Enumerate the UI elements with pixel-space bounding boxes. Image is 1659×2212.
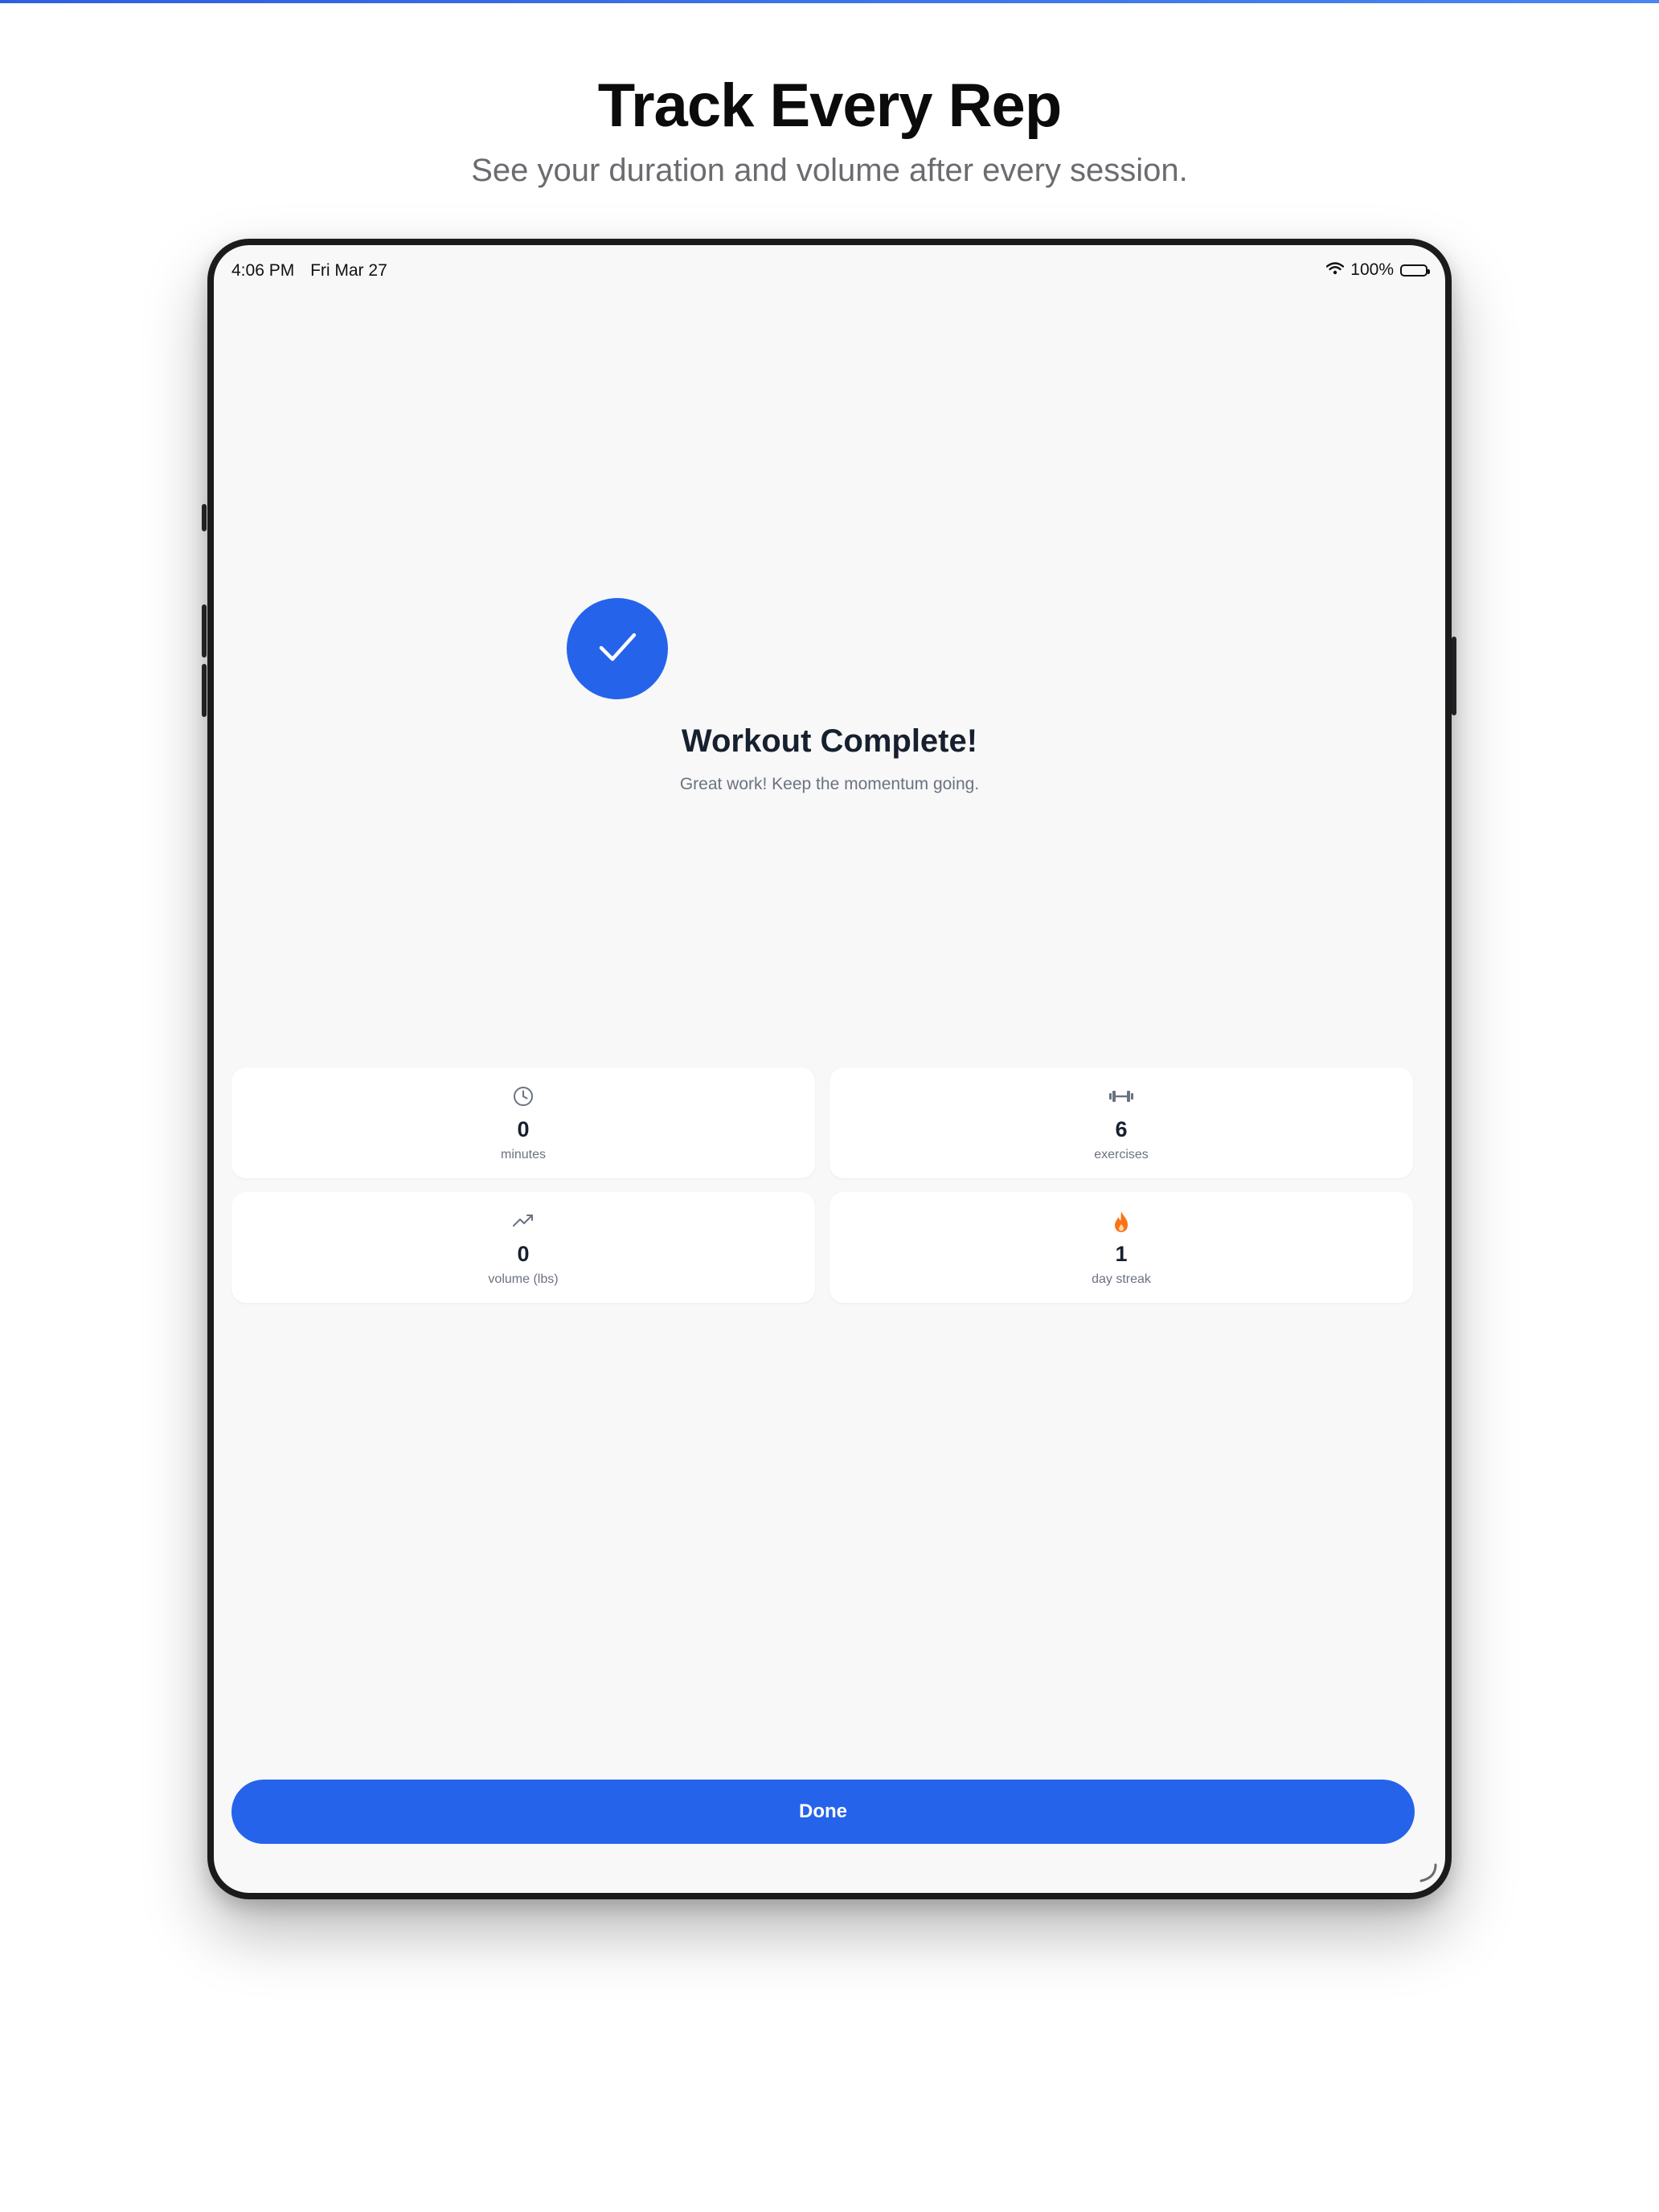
- stat-label: minutes: [500, 1148, 547, 1161]
- stat-card-minutes: 0 minutes: [231, 1067, 815, 1178]
- stat-label: volume (lbs): [488, 1272, 559, 1286]
- completion-title: Workout Complete!: [681, 723, 978, 759]
- stat-label: day streak: [1092, 1272, 1151, 1286]
- device-volume-up-button: [202, 604, 207, 657]
- stat-value: 0: [517, 1242, 530, 1266]
- stat-card-streak: 1 day streak: [830, 1192, 1413, 1303]
- flame-icon: [1110, 1210, 1133, 1234]
- checkmark-icon: [593, 623, 641, 675]
- stat-card-volume: 0 volume (lbs): [231, 1192, 815, 1303]
- clock-icon: [512, 1085, 535, 1109]
- promo-subhead: See your duration and volume after every…: [471, 153, 1188, 188]
- device-power-button: [1452, 637, 1456, 715]
- battery-percent: 100%: [1350, 260, 1394, 279]
- completion-badge: [567, 598, 668, 699]
- status-date: Fri Mar 27: [310, 261, 387, 280]
- status-bar-left: 4:06 PM Fri Mar 27: [231, 261, 399, 281]
- stat-card-exercises: 6 exercises: [830, 1067, 1413, 1178]
- dumbbell-icon: [1108, 1085, 1135, 1109]
- device-mute-switch: [202, 504, 207, 531]
- done-button[interactable]: Done: [231, 1780, 1415, 1844]
- wifi-icon: [1326, 260, 1345, 280]
- stat-value: 1: [1115, 1242, 1128, 1266]
- status-time: 4:06 PM: [231, 261, 295, 280]
- promo-headline: Track Every Rep: [597, 72, 1063, 140]
- device-volume-down-button: [202, 664, 207, 717]
- stat-value: 0: [517, 1117, 530, 1141]
- status-bar: 4:06 PM Fri Mar 27 100%: [214, 245, 1445, 297]
- top-accent-bar: [0, 0, 1659, 3]
- resize-corner-icon: [1416, 1862, 1440, 1890]
- status-bar-right: 100%: [1326, 260, 1430, 280]
- stat-label: exercises: [1094, 1148, 1149, 1161]
- stat-value: 6: [1115, 1117, 1128, 1141]
- completion-subtitle: Great work! Keep the momentum going.: [679, 775, 980, 793]
- trend-up-icon: [511, 1210, 535, 1234]
- battery-icon: [1400, 264, 1430, 276]
